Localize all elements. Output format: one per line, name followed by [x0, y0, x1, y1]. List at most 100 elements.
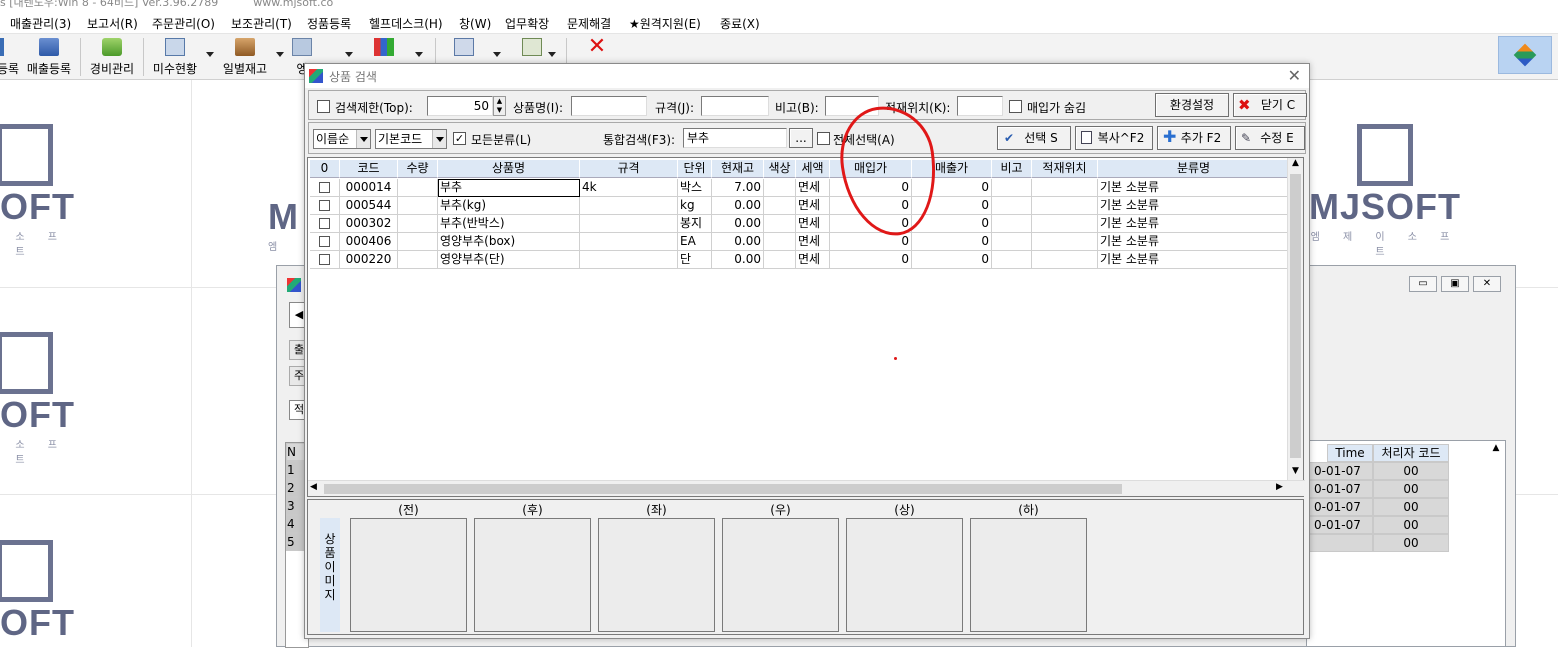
dialog-close-icon[interactable]: ✕ — [1288, 66, 1301, 85]
grid-cell-sell[interactable]: 0 — [912, 233, 992, 251]
grid-cell-cat[interactable]: 기본 소분류 — [1098, 215, 1290, 233]
scroll-down-arrow[interactable]: ▼ — [1288, 466, 1303, 480]
grid-cell-spec[interactable]: 4k — [580, 179, 678, 197]
column-header-name[interactable]: 상품명 — [438, 160, 580, 178]
spec-input[interactable] — [701, 96, 769, 116]
menu-helpdesk[interactable]: 헬프데스크(H) — [369, 15, 443, 32]
menu-report[interactable]: 보고서(R) — [87, 15, 138, 32]
maximize-button[interactable]: ▣ — [1441, 276, 1469, 292]
close-button[interactable]: ✕ — [1473, 276, 1501, 292]
receivable-dropdown-arrow[interactable] — [206, 52, 214, 57]
column-header-note[interactable]: 비고 — [992, 160, 1032, 178]
grid-cell-unit[interactable]: EA — [678, 233, 712, 251]
grid-cell-name[interactable]: 부추 — [438, 179, 580, 197]
grid-cell-spec[interactable] — [580, 251, 678, 269]
row-checkbox[interactable] — [310, 215, 340, 233]
toolbar-register-button[interactable]: 등록 — [0, 36, 20, 78]
grid-cell-qty[interactable] — [398, 215, 438, 233]
grid-cell-color[interactable] — [764, 197, 796, 215]
row-checkbox[interactable] — [310, 197, 340, 215]
scroll-thumb[interactable] — [324, 484, 1122, 494]
grid-cell-unit[interactable]: 단 — [678, 251, 712, 269]
grid-cell-stock[interactable]: 0.00 — [712, 215, 764, 233]
row-checkbox[interactable] — [310, 251, 340, 269]
grid-cell-spec[interactable] — [580, 197, 678, 215]
chart-dropdown-arrow[interactable] — [415, 52, 423, 57]
edit-button[interactable]: ✎ 수정 E — [1235, 126, 1305, 150]
column-header-code[interactable]: 코드 — [340, 160, 398, 178]
grid-cell-loc[interactable] — [1032, 251, 1098, 269]
grid-cell-qty[interactable] — [398, 233, 438, 251]
grid-cell-stock[interactable]: 0.00 — [712, 233, 764, 251]
grid-cell-code[interactable]: 000014 — [340, 179, 398, 197]
toolbar-receivable-button[interactable]: 미수현황 — [150, 36, 200, 78]
grid-cell-unit[interactable]: 박스 — [678, 179, 712, 197]
location-input[interactable] — [957, 96, 1003, 116]
menu-sales[interactable]: 매출관리(3) — [10, 15, 71, 32]
daily-stock-dropdown-arrow[interactable] — [276, 52, 284, 57]
column-header-location[interactable]: 적재위치 — [1032, 160, 1098, 178]
grid-cell-stock[interactable]: 0.00 — [712, 197, 764, 215]
column-header-tax[interactable]: 세액 — [796, 160, 830, 178]
column-header-stock[interactable]: 현재고 — [712, 160, 764, 178]
grid-cell-code[interactable]: 000302 — [340, 215, 398, 233]
image-slot-bottom[interactable] — [970, 518, 1087, 632]
grid-horizontal-scrollbar[interactable]: ◀ ▶ — [308, 480, 1305, 496]
checkbox-icon[interactable] — [319, 236, 330, 247]
grid-cell-stock[interactable]: 0.00 — [712, 251, 764, 269]
column-header-color[interactable]: 색상 — [764, 160, 796, 178]
image-slot-top[interactable] — [846, 518, 963, 632]
select-button[interactable]: ✔ 선택 S — [997, 126, 1071, 150]
menu-extend[interactable]: 업무확장 — [505, 15, 549, 32]
scroll-up-arrow[interactable]: ▲ — [1489, 443, 1503, 457]
all-category-checkbox[interactable]: ✓ — [453, 132, 466, 145]
column-header-qty[interactable]: 수량 — [398, 160, 438, 178]
menu-window[interactable]: 창(W) — [459, 15, 491, 32]
grid-cell-note[interactable] — [992, 233, 1032, 251]
scroll-thumb[interactable] — [1290, 174, 1301, 458]
grid-cell-loc[interactable] — [1032, 197, 1098, 215]
unified-search-input[interactable]: 부추 — [683, 128, 787, 148]
grid-cell-tax[interactable]: 면세 — [796, 215, 830, 233]
grid-cell-code[interactable]: 000544 — [340, 197, 398, 215]
grid-cell-note[interactable] — [992, 215, 1032, 233]
grid-cell-name[interactable]: 영양부추(단) — [438, 251, 580, 269]
grid-cell-buy[interactable]: 0 — [830, 233, 912, 251]
grid-vertical-scrollbar[interactable]: ▲ ▼ — [1287, 158, 1303, 480]
env-settings-button[interactable]: 환경설정 — [1155, 93, 1229, 117]
grid-cell-loc[interactable] — [1032, 179, 1098, 197]
select-all-checkbox[interactable] — [817, 132, 830, 145]
grid-cell-spec[interactable] — [580, 215, 678, 233]
search-limit-input[interactable]: 50 — [427, 96, 493, 116]
product-name-input[interactable] — [571, 96, 647, 116]
image-slot-back[interactable] — [474, 518, 591, 632]
grid-cell-tax[interactable]: 면세 — [796, 233, 830, 251]
grid-cell-code[interactable]: 000220 — [340, 251, 398, 269]
row-checkbox[interactable] — [310, 233, 340, 251]
toolbar-brand-button[interactable] — [1498, 36, 1552, 74]
search-browse-button[interactable]: ... — [789, 128, 813, 148]
grid-cell-tax[interactable]: 면세 — [796, 251, 830, 269]
checkbox-icon[interactable] — [319, 218, 330, 229]
column-header-select[interactable]: 0 — [310, 160, 340, 178]
minimize-button[interactable]: ▭ — [1409, 276, 1437, 292]
column-header-category[interactable]: 분류명 — [1098, 160, 1290, 178]
column-header-spec[interactable]: 규격 — [580, 160, 678, 178]
menu-exit[interactable]: 종료(X) — [720, 15, 760, 32]
grid-cell-cat[interactable]: 기본 소분류 — [1098, 251, 1290, 269]
checkbox-icon[interactable] — [319, 182, 330, 193]
grid-cell-name[interactable]: 부추(kg) — [438, 197, 580, 215]
grid-cell-note[interactable] — [992, 179, 1032, 197]
search-limit-spinner[interactable]: ▲ ▼ — [493, 96, 506, 116]
toolbar-sales-register-button[interactable]: 매출등록 — [25, 36, 73, 78]
grid-cell-stock[interactable]: 7.00 — [712, 179, 764, 197]
calendar-dropdown-arrow[interactable] — [493, 52, 501, 57]
grid-cell-unit[interactable]: kg — [678, 197, 712, 215]
search-limit-checkbox[interactable] — [317, 100, 330, 113]
add-button[interactable]: ✚ 추가 F2 — [1157, 126, 1231, 150]
grid-cell-buy[interactable]: 0 — [830, 251, 912, 269]
edit-dropdown-arrow[interactable] — [345, 52, 353, 57]
toolbar-daily-stock-button[interactable]: 일별재고 — [220, 36, 270, 78]
checkbox-icon[interactable] — [319, 254, 330, 265]
grid-cell-qty[interactable] — [398, 179, 438, 197]
